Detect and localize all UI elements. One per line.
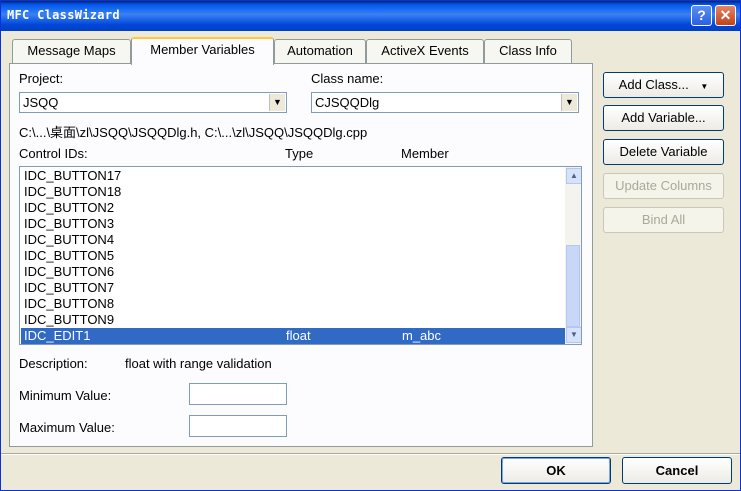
- tab-automation[interactable]: Automation: [274, 39, 366, 63]
- list-item-selected[interactable]: IDC_EDIT1 float m_abc: [21, 328, 565, 344]
- member-header: Member: [401, 146, 449, 161]
- close-button[interactable]: ✕: [715, 5, 736, 26]
- control-ids-header: Control IDs:: [19, 146, 88, 161]
- type-header: Type: [285, 146, 314, 161]
- window-title: MFC ClassWizard: [7, 8, 120, 22]
- scroll-up-icon[interactable]: ▲: [566, 168, 581, 184]
- class-name-label: Class name:: [311, 71, 384, 86]
- maximum-value-label: Maximum Value:: [19, 420, 115, 435]
- class-name-value: CJSQQDlg: [315, 95, 380, 110]
- list-item[interactable]: IDC_BUTTON7: [21, 280, 565, 296]
- help-button[interactable]: ?: [691, 5, 712, 26]
- description-label: Description:: [19, 356, 88, 371]
- minimum-value-input[interactable]: [189, 383, 287, 405]
- vertical-scrollbar[interactable]: ▲ ▼: [565, 167, 581, 344]
- scroll-down-icon[interactable]: ▼: [566, 327, 581, 343]
- delete-variable-button[interactable]: Delete Variable: [603, 139, 724, 165]
- cancel-button[interactable]: Cancel: [622, 457, 732, 484]
- scroll-thumb[interactable]: [566, 245, 580, 327]
- tab-member-variables[interactable]: Member Variables: [131, 37, 274, 65]
- list-item[interactable]: IDC_BUTTON4: [21, 232, 565, 248]
- list-item[interactable]: IDC_BUTTON18: [21, 184, 565, 200]
- chevron-down-icon[interactable]: ▼: [269, 94, 285, 111]
- update-columns-button[interactable]: Update Columns: [603, 173, 724, 199]
- list-item[interactable]: IDC_BUTTON2: [21, 200, 565, 216]
- ok-button[interactable]: OK: [501, 457, 611, 484]
- description-value: float with range validation: [125, 356, 272, 371]
- maximum-value-input[interactable]: [189, 415, 287, 437]
- chevron-down-icon[interactable]: ▼: [561, 94, 577, 111]
- file-path-text: C:\...\桌面\zl\JSQQ\JSQQDlg.h, C:\...\zl\J…: [19, 125, 368, 140]
- bind-all-button[interactable]: Bind All: [603, 207, 724, 233]
- tab-message-maps[interactable]: Message Maps: [12, 39, 131, 63]
- class-name-combo[interactable]: CJSQQDlg ▼: [311, 92, 579, 113]
- project-label: Project:: [19, 71, 64, 86]
- title-bar[interactable]: MFC ClassWizard ? ✕: [1, 1, 740, 31]
- add-variable-button[interactable]: Add Variable...: [603, 105, 724, 131]
- project-value: JSQQ: [23, 95, 59, 110]
- project-combo[interactable]: JSQQ ▼: [19, 92, 287, 113]
- list-item[interactable]: IDC_BUTTON17: [21, 168, 565, 184]
- divider: [1, 453, 740, 455]
- list-item[interactable]: IDC_BUTTON5: [21, 248, 565, 264]
- list-item[interactable]: IDC_BUTTON6: [21, 264, 565, 280]
- add-class-button[interactable]: Add Class... ▼: [603, 72, 724, 98]
- tab-class-info[interactable]: Class Info: [484, 39, 572, 63]
- chevron-down-icon: ▼: [700, 82, 709, 91]
- control-ids-list[interactable]: IDC_BUTTON17 IDC_BUTTON18 IDC_BUTTON2 ID…: [19, 166, 582, 345]
- minimum-value-label: Minimum Value:: [19, 388, 112, 403]
- list-item[interactable]: IDC_BUTTON3: [21, 216, 565, 232]
- list-item[interactable]: IDC_BUTTON8: [21, 296, 565, 312]
- classwizard-dialog: MFC ClassWizard ? ✕ Message Maps Member …: [0, 0, 741, 491]
- list-item[interactable]: IDC_BUTTON9: [21, 312, 565, 328]
- tab-activex-events[interactable]: ActiveX Events: [366, 39, 484, 63]
